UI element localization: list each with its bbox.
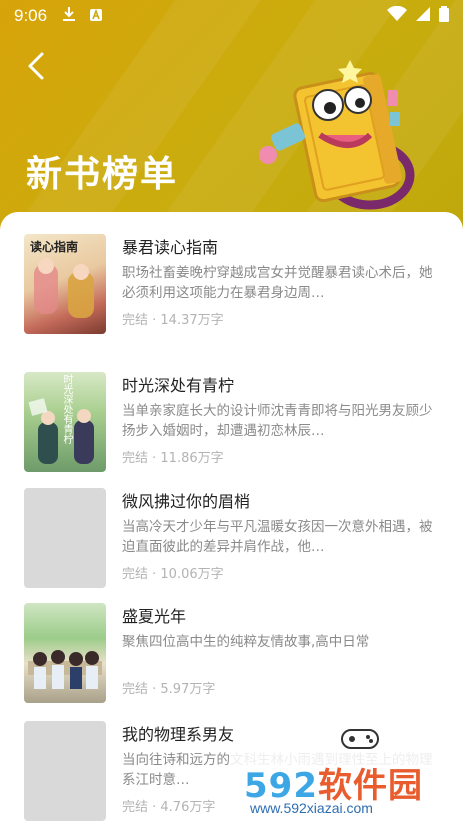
book-item-1[interactable]: 读心指南 暴君读心指南 职场社畜姜晚柠穿越成宫女并觉醒暴君读心术后，她必须利用这… (24, 234, 444, 334)
book-title: 我的物理系男友 (122, 725, 235, 744)
battery-icon (439, 6, 449, 26)
book-meta: 完结 · 5.97万字 (122, 682, 216, 697)
signal-icon (415, 6, 431, 26)
page-title: 新书榜单 (26, 154, 179, 195)
cover-title: 读心指南 (30, 240, 79, 254)
book-cover: 时光深处有青柠 (24, 372, 106, 472)
cover-title: 时光深处有青柠 (61, 374, 72, 444)
site-watermark: 592软件园 www.592xiazai.com (230, 729, 463, 823)
back-button[interactable] (18, 50, 54, 86)
status-time: 9:06 (14, 6, 48, 25)
book-title: 暴君读心指南 (122, 238, 219, 257)
watermark-url: www.592xiazai.com (250, 800, 373, 816)
book-meta: 完结 · 11.86万字 (122, 451, 224, 466)
book-cover (24, 603, 106, 703)
book-title: 微风拂过你的眉梢 (122, 492, 251, 511)
download-icon (61, 6, 77, 26)
book-item-3[interactable]: 微风拂过你的眉梢 当高冷天才少年与平凡温暖女孩因一次意外相遇，被迫直面彼此的差异… (24, 488, 444, 588)
gamepad-icon (340, 726, 380, 756)
book-item-2[interactable]: 时光深处有青柠 时光深处有青柠 当单亲家庭长大的设计师沈青青即将与阳光男友顾少扬… (24, 372, 444, 472)
header-banner: 9:06 新书榜单 (0, 0, 463, 240)
app-notification-icon (89, 7, 103, 26)
book-list: 读心指南 暴君读心指南 职场社畜姜晚柠穿越成宫女并觉醒暴君读心术后，她必须利用这… (0, 212, 463, 823)
book-title: 时光深处有青柠 (122, 376, 235, 395)
book-description: 职场社畜姜晚柠穿越成宫女并觉醒暴君读心术后，她必须利用这项能力在暴君身边周… (122, 265, 433, 301)
chevron-left-icon (26, 51, 46, 85)
book-item-4[interactable]: 盛夏光年 聚焦四位高中生的纯粹友情故事,高中日常 完结 · 5.97万字 (24, 603, 444, 703)
wifi-icon (387, 5, 407, 26)
book-meta: 完结 · 14.37万字 (122, 313, 224, 328)
book-description: 当单亲家庭长大的设计师沈青青即将与阳光男友顾少扬步入婚姻时，却遭遇初恋林辰… (122, 403, 433, 439)
book-description: 聚焦四位高中生的纯粹友情故事,高中日常 (122, 634, 370, 650)
book-description: 当高冷天才少年与平凡温暖女孩因一次意外相遇，被迫直面彼此的差异并肩作战，他… (122, 519, 433, 555)
book-meta: 完结 · 10.06万字 (122, 567, 224, 582)
book-cover-placeholder (24, 721, 106, 821)
book-mascot-illustration (250, 50, 430, 220)
status-bar: 9:06 (0, 0, 463, 32)
book-title: 盛夏光年 (122, 607, 187, 626)
book-cover: 读心指南 (24, 234, 106, 334)
book-cover-placeholder (24, 488, 106, 588)
